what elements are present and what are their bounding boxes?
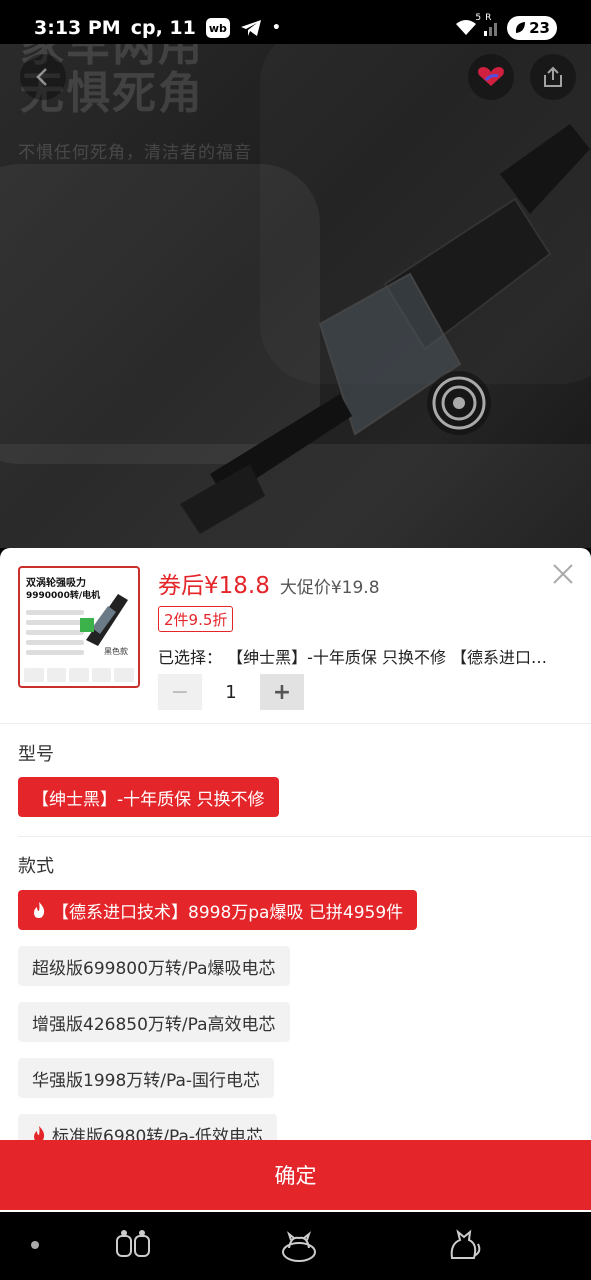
product-hero-image: 家车两用 无惧死角 不惧任何死角，清洁者的福音 [0, 44, 591, 548]
nav-dot-indicator [31, 1241, 39, 1249]
wifi-icon: 5 [455, 13, 481, 37]
style-option[interactable]: 增强版426850万转/Pa高效电芯 [18, 1002, 290, 1042]
share-icon [544, 66, 562, 87]
back-arrow-icon [36, 68, 47, 86]
status-date: cp, 11 [130, 17, 196, 39]
system-nav-bar [0, 1212, 591, 1280]
paws-icon[interactable] [113, 1228, 153, 1264]
style-section-title: 款式 [18, 856, 54, 877]
product-thumbnail[interactable]: 双涡轮强吸力 9990000转/电机 黑色款 [18, 566, 140, 688]
signal-icon: R [483, 13, 501, 37]
quantity-value: 1 [225, 681, 237, 703]
weibo-icon: wb [205, 18, 230, 38]
close-icon [553, 564, 573, 584]
thumbnail-title: 双涡轮强吸力 [26, 578, 86, 589]
discount-tag: 2件9.5折 [158, 606, 234, 632]
selected-summary: 已选择： 【绅士黑】-十年质保 只换不修 【德系进口技术】8998万pa爆吸 已… [158, 648, 563, 667]
favorite-button[interactable] [468, 54, 514, 100]
style-option[interactable]: 超级版699800万转/Pa爆吸电芯 [18, 946, 290, 986]
style-option-label: 【德系进口技术】8998万pa爆吸 已拼4959件 [52, 902, 404, 923]
target-icon [432, 376, 486, 430]
heart-icon [478, 67, 504, 86]
thumbnail-feature-lines [26, 610, 84, 660]
quantity-stepper: − 1 + [158, 674, 304, 710]
increase-quantity-button[interactable]: + [260, 674, 304, 710]
promo-price: 大促价¥19.8 [279, 578, 380, 598]
cat-home-icon[interactable] [279, 1228, 319, 1264]
battery-indicator: 23 [507, 16, 557, 40]
telegram-icon [240, 19, 262, 37]
sku-selection-sheet: 双涡轮强吸力 9990000转/电机 黑色款 券后¥18.8 大促价¥19.8 … [0, 548, 591, 1212]
model-section-title: 型号 [18, 744, 54, 765]
flame-icon [32, 901, 46, 919]
close-button[interactable] [551, 562, 575, 586]
model-option[interactable]: 【绅士黑】-十年质保 只换不修 [18, 777, 279, 817]
price-row: 券后¥18.8 大促价¥19.8 [158, 566, 380, 600]
battery-leaf-icon [516, 22, 526, 33]
style-option[interactable]: 【德系进口技术】8998万pa爆吸 已拼4959件 [18, 890, 418, 930]
thumbnail-accessory-strip [24, 668, 134, 682]
divider [18, 836, 591, 837]
coupon-price: 券后¥18.8 [158, 573, 270, 599]
notification-dot-icon: • [271, 20, 281, 36]
decrease-quantity-button[interactable]: − [158, 674, 202, 710]
back-button[interactable] [20, 54, 66, 100]
thumbnail-color-label: 黑色款 [104, 647, 128, 656]
vacuum-illustration [180, 124, 590, 534]
cat-back-icon[interactable] [444, 1228, 484, 1264]
status-time: 3:13 PM [34, 17, 121, 39]
divider [0, 723, 591, 724]
view-3d-button[interactable] [427, 371, 491, 435]
confirm-button[interactable]: 确定 [0, 1140, 591, 1210]
share-button[interactable] [530, 54, 576, 100]
vacuum-thumbnail-icon [80, 594, 128, 646]
style-option[interactable]: 华强版1998万转/Pa-国行电芯 [18, 1058, 275, 1098]
